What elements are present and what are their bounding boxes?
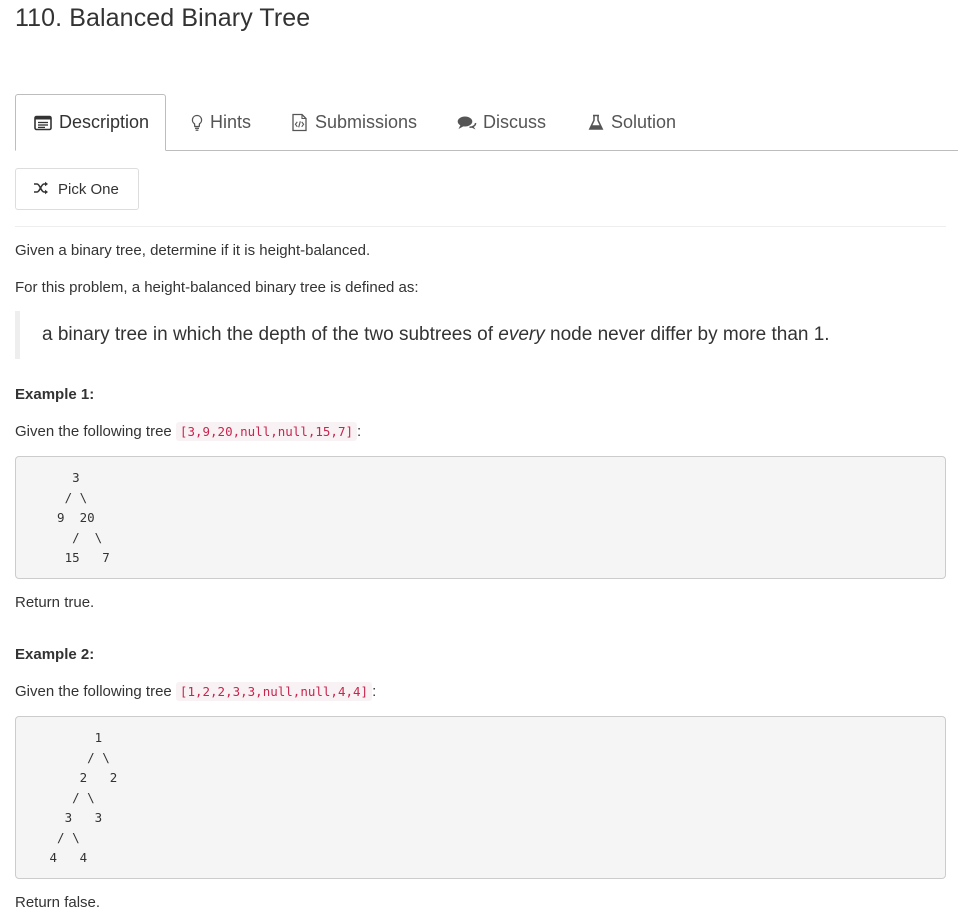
example-2-given-text: Given the following tree	[15, 683, 176, 700]
example-2-colon: :	[372, 683, 377, 700]
example-1-result: Return true.	[15, 594, 95, 611]
chat-icon	[456, 113, 477, 133]
example-1-given: Given the following tree [3,9,20,null,nu…	[15, 422, 362, 441]
tab-discuss[interactable]: Discuss	[456, 94, 546, 151]
code-file-icon	[290, 113, 309, 133]
tab-hints[interactable]: Hints	[190, 94, 251, 151]
tab-solution[interactable]: Solution	[586, 94, 676, 151]
tab-hints-label: Hints	[210, 112, 252, 132]
definition-intro-text: For this problem, a height-balanced bina…	[15, 279, 419, 296]
example-2-tree-diagram: 1 / \ 2 2 / \ 3 3 / \ 4 4	[15, 716, 946, 879]
tab-solution-label: Solution	[611, 112, 677, 132]
tab-discuss-label: Discuss	[483, 112, 547, 132]
definition-blockquote: a binary tree in which the depth of the …	[15, 311, 946, 359]
example-2-tree-literal: [1,2,2,3,3,null,null,4,4]	[175, 682, 373, 701]
tab-description[interactable]: Description	[15, 94, 166, 151]
example-2-given: Given the following tree [1,2,2,3,3,null…	[15, 682, 377, 701]
shuffle-icon	[33, 181, 49, 197]
flask-icon	[586, 113, 605, 133]
tab-description-label: Description	[59, 112, 150, 132]
example-2-heading: Example 2:	[15, 646, 95, 663]
page-title: 110. Balanced Binary Tree	[15, 4, 311, 32]
quote-emphasis: every	[498, 324, 545, 345]
example-1-tree-literal: [3,9,20,null,null,15,7]	[175, 422, 358, 441]
content-separator	[15, 226, 946, 227]
lightbulb-icon	[190, 113, 204, 133]
example-1-given-text: Given the following tree	[15, 423, 176, 440]
example-1-tree-diagram: 3 / \ 9 20 / \ 15 7	[15, 456, 946, 579]
example-1-colon: :	[357, 423, 362, 440]
tab-submissions[interactable]: Submissions	[290, 94, 417, 151]
example-1-heading: Example 1:	[15, 386, 95, 403]
quote-text-after: node never differ by more than 1.	[544, 324, 830, 345]
intro-text: Given a binary tree, determine if it is …	[15, 242, 371, 259]
tab-submissions-label: Submissions	[315, 112, 418, 132]
example-2-result: Return false.	[15, 894, 101, 911]
quote-text-before: a binary tree in which the depth of the …	[42, 324, 499, 345]
pick-one-button[interactable]: Pick One	[15, 168, 139, 210]
description-icon	[33, 113, 53, 133]
pick-one-label: Pick One	[58, 180, 119, 198]
